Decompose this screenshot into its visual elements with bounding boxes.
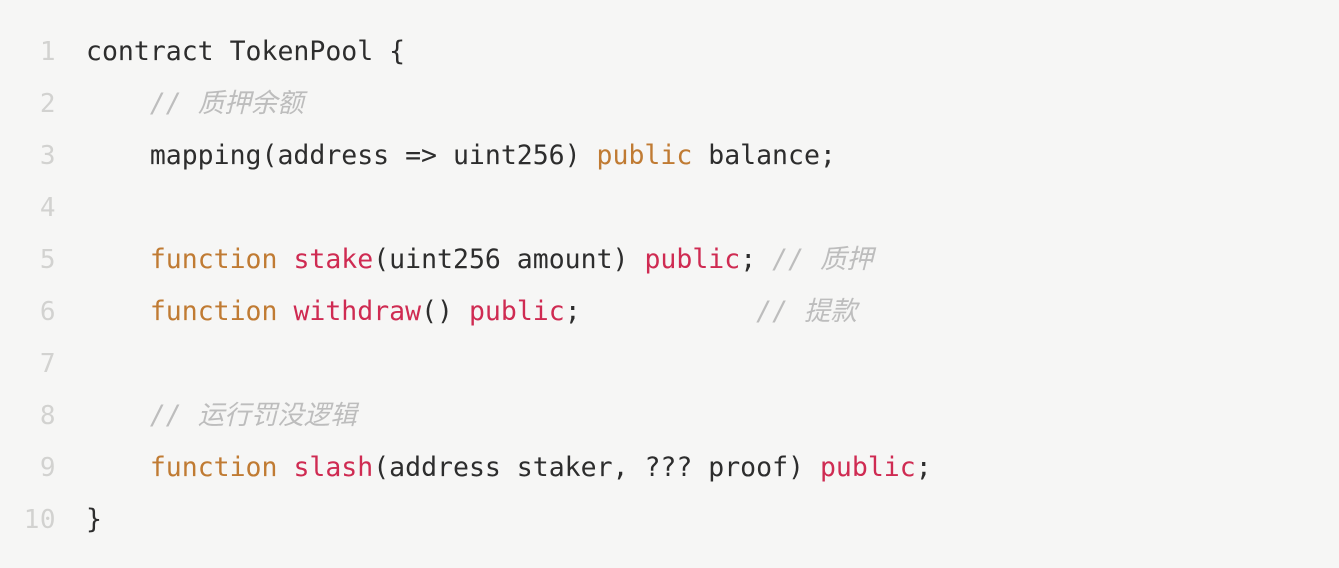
code-line[interactable]: 2 // 质押余额 [0, 78, 1339, 130]
line-content[interactable]: function withdraw() public; // 提款 [56, 286, 857, 338]
code-token-comment: // 运行罚没逻辑 [149, 400, 357, 431]
line-content[interactable]: } [56, 494, 102, 546]
code-line-list: 1 contract TokenPool {2 // 质押余额 3 mapping(… [0, 26, 1339, 546]
code-token-plain: ; [564, 296, 757, 327]
line-number: 1 [39, 37, 56, 67]
code-token-plain: (uint256 amount) [373, 244, 645, 275]
line-number: 3 [39, 141, 56, 171]
code-token-name: public [819, 452, 916, 483]
code-token-comment: // 提款 [756, 296, 858, 327]
code-token-plain: contract TokenPool { [86, 36, 406, 67]
code-token-plain: mapping(address => uint256) [86, 140, 597, 171]
code-token-plain: balance; [692, 140, 836, 171]
code-token-keyword: public [596, 140, 693, 171]
code-token-plain: (address staker, ??? proof) [373, 452, 820, 483]
code-token-comment: // 质押余额 [149, 88, 304, 119]
code-token-plain: ; [740, 244, 773, 275]
code-line[interactable]: 9 function slash(address staker, ??? pro… [0, 442, 1339, 494]
code-line[interactable]: 10} [0, 494, 1339, 546]
code-token-comment: // 质押 [772, 244, 873, 275]
code-line[interactable]: 6 function withdraw() public; // 提款 [0, 286, 1339, 338]
line-content[interactable]: contract TokenPool { [56, 26, 405, 78]
code-line[interactable]: 4 [0, 182, 1339, 234]
code-token-keyword: function [149, 244, 278, 275]
code-token-plain: () [421, 296, 469, 327]
line-content[interactable]: function stake(uint256 amount) public; /… [56, 234, 873, 286]
code-token-name: public [644, 244, 741, 275]
code-line[interactable]: 7 [0, 338, 1339, 390]
line-number: 9 [39, 453, 56, 483]
line-number: 6 [39, 297, 56, 327]
code-line[interactable]: 5 function stake(uint256 amount) public;… [0, 234, 1339, 286]
code-token-plain: ; [915, 452, 932, 483]
code-line[interactable]: 3 mapping(address => uint256) public bal… [0, 130, 1339, 182]
line-number: 2 [39, 89, 56, 119]
line-number: 5 [39, 245, 56, 275]
line-content[interactable]: // 运行罚没逻辑 [56, 390, 357, 442]
line-content[interactable]: function slash(address staker, ??? proof… [56, 442, 932, 494]
line-content[interactable]: // 质押余额 [56, 78, 304, 130]
code-token-name: withdraw [293, 296, 422, 327]
code-line[interactable]: 8 // 运行罚没逻辑 [0, 390, 1339, 442]
code-token-name: public [468, 296, 565, 327]
line-number: 4 [39, 193, 56, 223]
code-line[interactable]: 1 contract TokenPool { [0, 26, 1339, 78]
code-token-plain: } [86, 504, 102, 535]
line-number: 7 [39, 349, 56, 379]
code-token-keyword: function [149, 452, 278, 483]
line-number: 8 [39, 401, 56, 431]
code-token-name: stake [293, 244, 374, 275]
line-number: 10 [23, 505, 56, 535]
code-editor[interactable]: 1 contract TokenPool {2 // 质押余额 3 mapping(… [0, 0, 1339, 568]
code-token-name: slash [293, 452, 374, 483]
line-content[interactable]: mapping(address => uint256) public balan… [56, 130, 836, 182]
code-token-keyword: function [149, 296, 278, 327]
